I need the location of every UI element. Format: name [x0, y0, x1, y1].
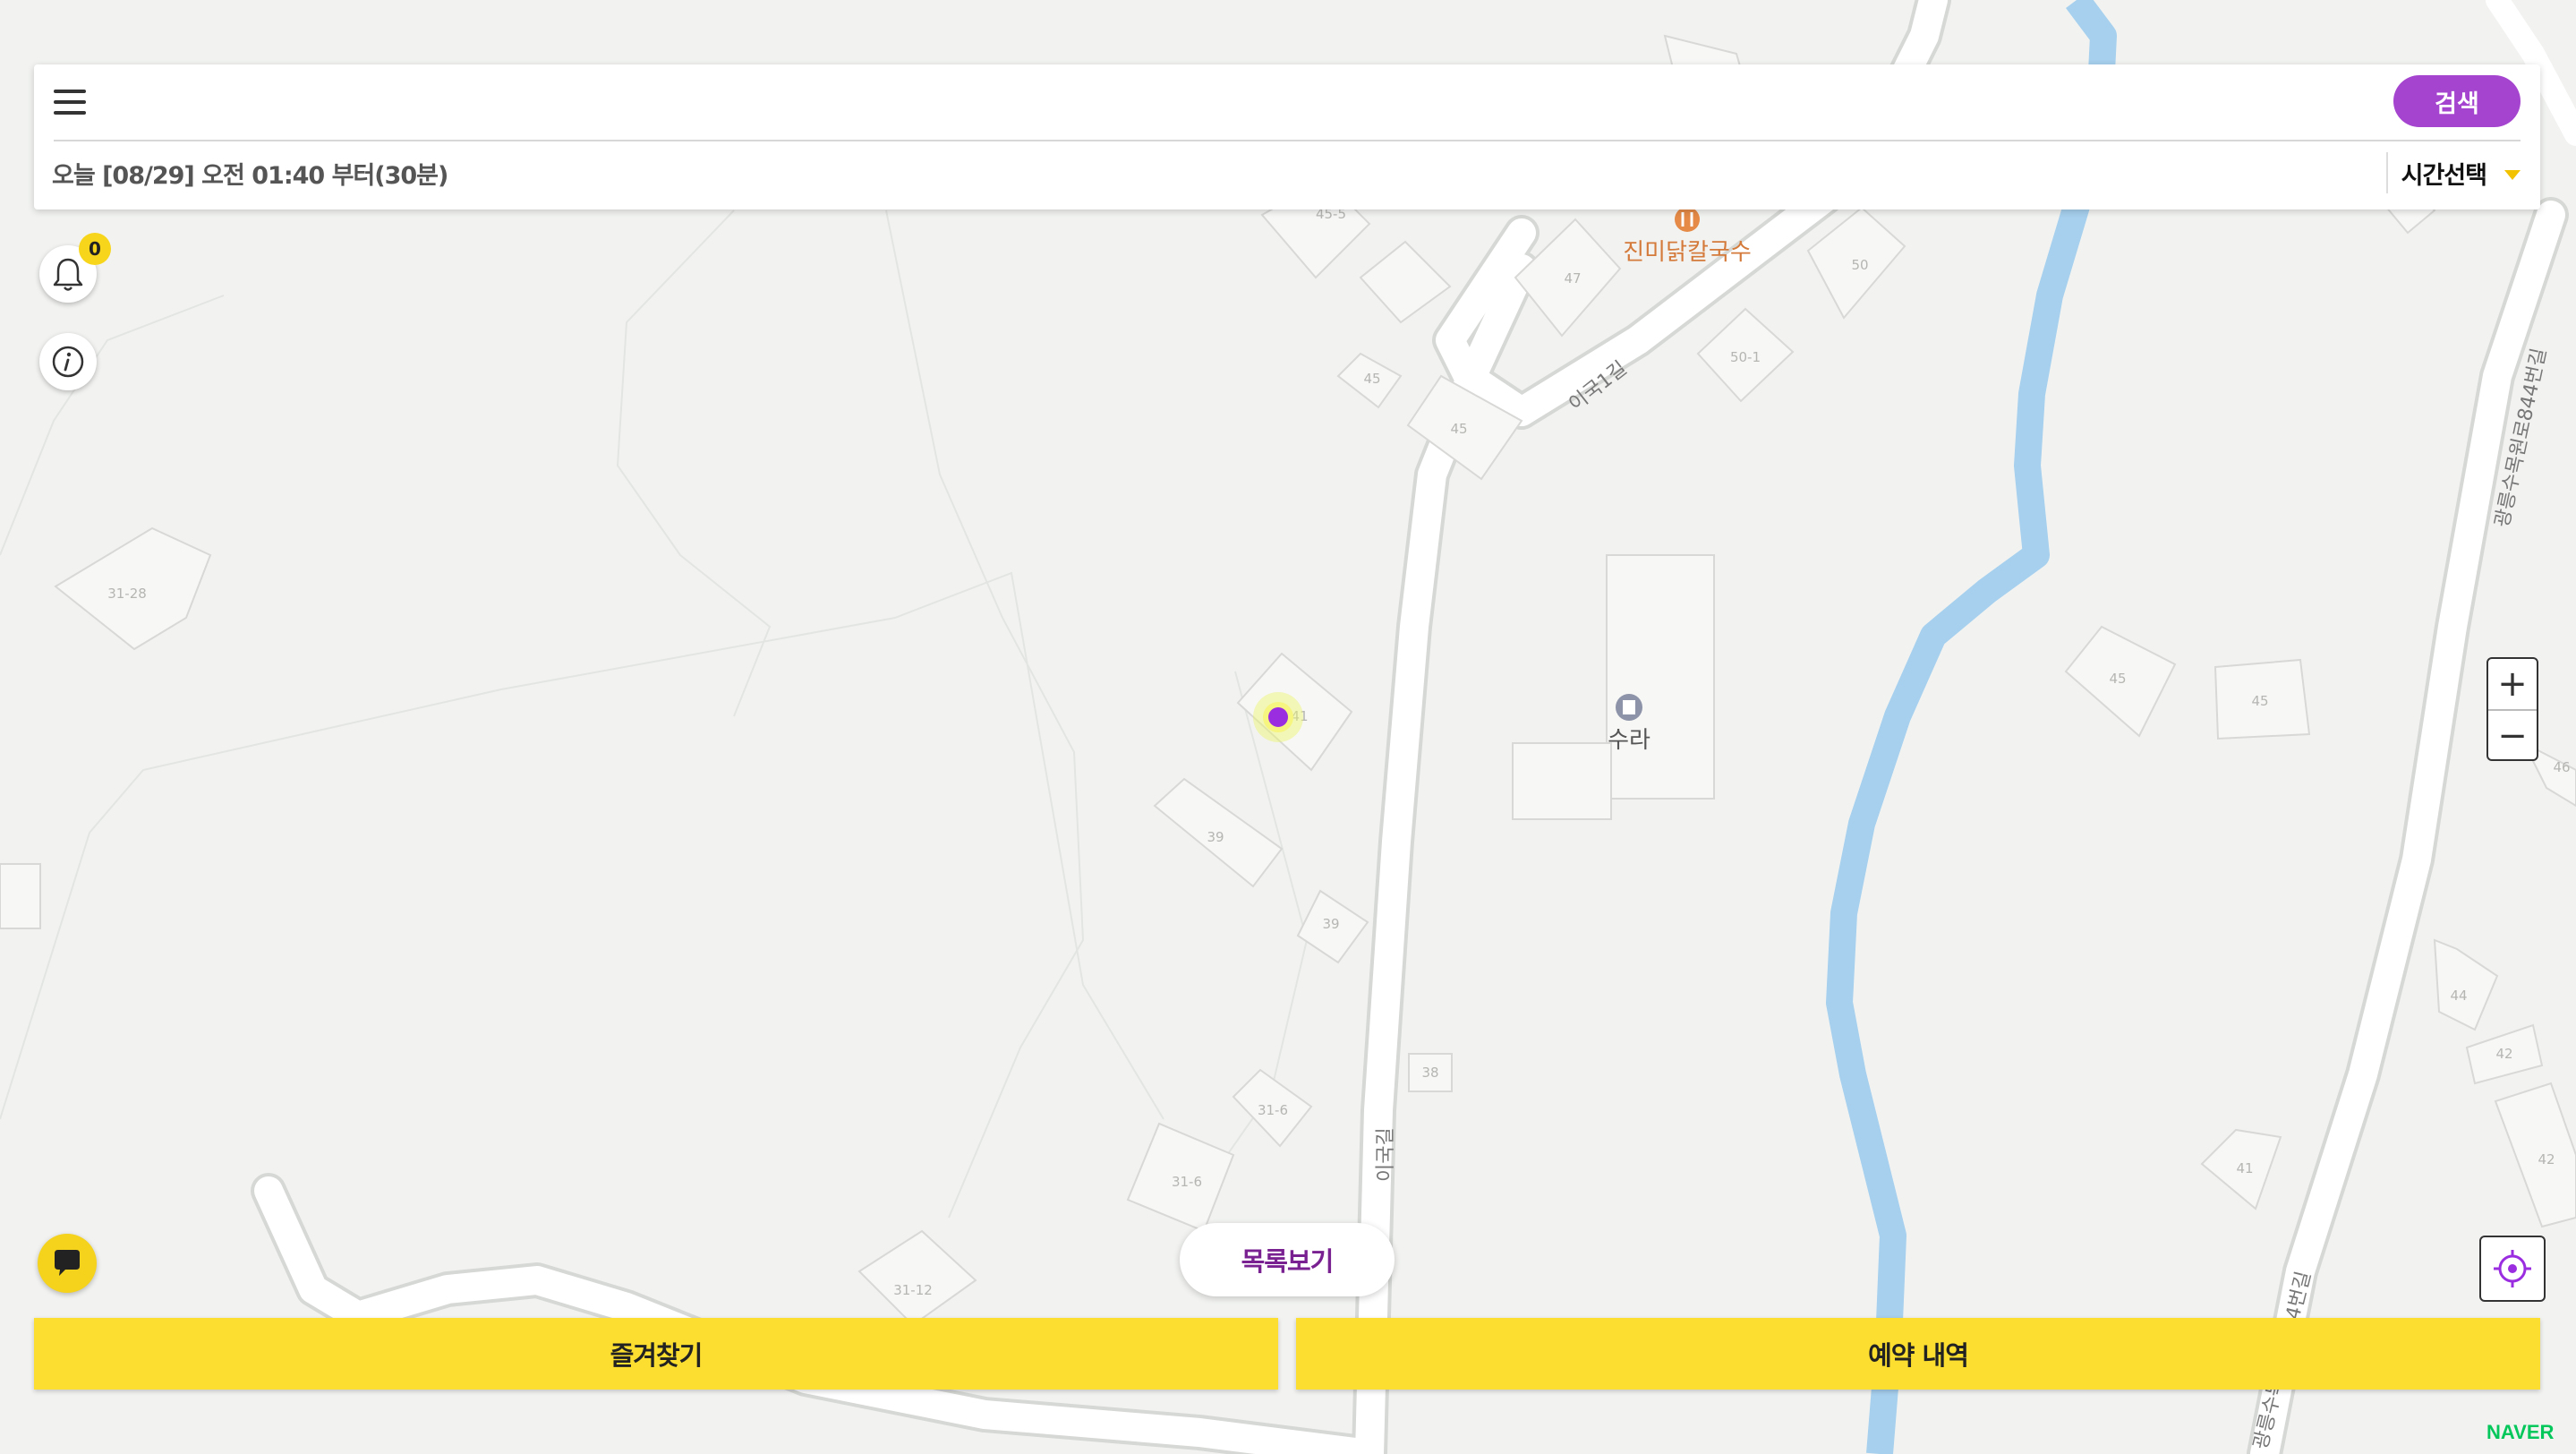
building-number: 50-1	[1730, 349, 1761, 365]
divider	[2386, 152, 2388, 193]
poi-label: 수라	[1608, 727, 1651, 754]
building-number: 31-28	[107, 586, 147, 602]
zoom-control: + −	[2486, 657, 2538, 761]
building-number: 45	[1363, 371, 1380, 387]
crosshair-icon	[2494, 1250, 2531, 1287]
chat-button[interactable]	[38, 1234, 97, 1293]
building-number: 46	[2553, 759, 2570, 775]
favorites-button[interactable]: 즐겨찾기	[34, 1318, 1278, 1390]
building-number: 31-6	[1258, 1102, 1288, 1118]
building-number: 42	[2495, 1046, 2512, 1062]
building-number: 38	[1421, 1065, 1438, 1081]
hamburger-menu-icon[interactable]	[54, 86, 86, 118]
building-number: 31-6	[1172, 1174, 1202, 1190]
reservation-time-text: 오늘 [08/29] 오전 01:40 부터(30분)	[52, 162, 448, 190]
building-number: 45	[2109, 671, 2126, 687]
building-number: 42	[2538, 1151, 2555, 1167]
building-number: 44	[2450, 988, 2467, 1004]
poi-label: 진미닭칼국수	[1623, 239, 1752, 266]
info-icon	[52, 346, 84, 378]
building-number: 39	[1322, 916, 1339, 932]
info-button[interactable]	[39, 333, 97, 390]
list-view-button[interactable]: 목록보기	[1180, 1223, 1395, 1296]
time-select-button[interactable]: 시간선택	[2401, 156, 2487, 191]
building-number: 45	[2251, 693, 2268, 709]
bell-icon	[53, 258, 83, 291]
my-location-button[interactable]	[2479, 1236, 2546, 1302]
reservations-button[interactable]: 예약 내역	[1296, 1318, 2540, 1390]
zoom-out-button[interactable]: −	[2488, 711, 2537, 759]
road-label: 이국길	[1375, 1127, 1397, 1182]
location-marker[interactable]	[1253, 692, 1303, 742]
search-panel: 검색 오늘 [08/29] 오전 01:40 부터(30분) 시간선택	[34, 64, 2540, 210]
search-button[interactable]: 검색	[2393, 75, 2521, 127]
restaurant-icon	[1675, 207, 1700, 232]
divider	[54, 140, 2521, 141]
building-number: 47	[1564, 270, 1581, 287]
building-number: 39	[1207, 829, 1224, 845]
caret-down-icon[interactable]	[2504, 170, 2521, 180]
zoom-in-button[interactable]: +	[2488, 659, 2537, 709]
building-number: 50	[1851, 257, 1868, 273]
chat-bubble-icon	[55, 1250, 80, 1276]
building-number: 41	[2236, 1160, 2253, 1176]
naver-logo: NAVER	[2486, 1421, 2555, 1443]
notification-count-badge: 0	[79, 233, 111, 265]
building-number: 45	[1450, 421, 1467, 437]
building-number: 31-12	[893, 1282, 933, 1298]
